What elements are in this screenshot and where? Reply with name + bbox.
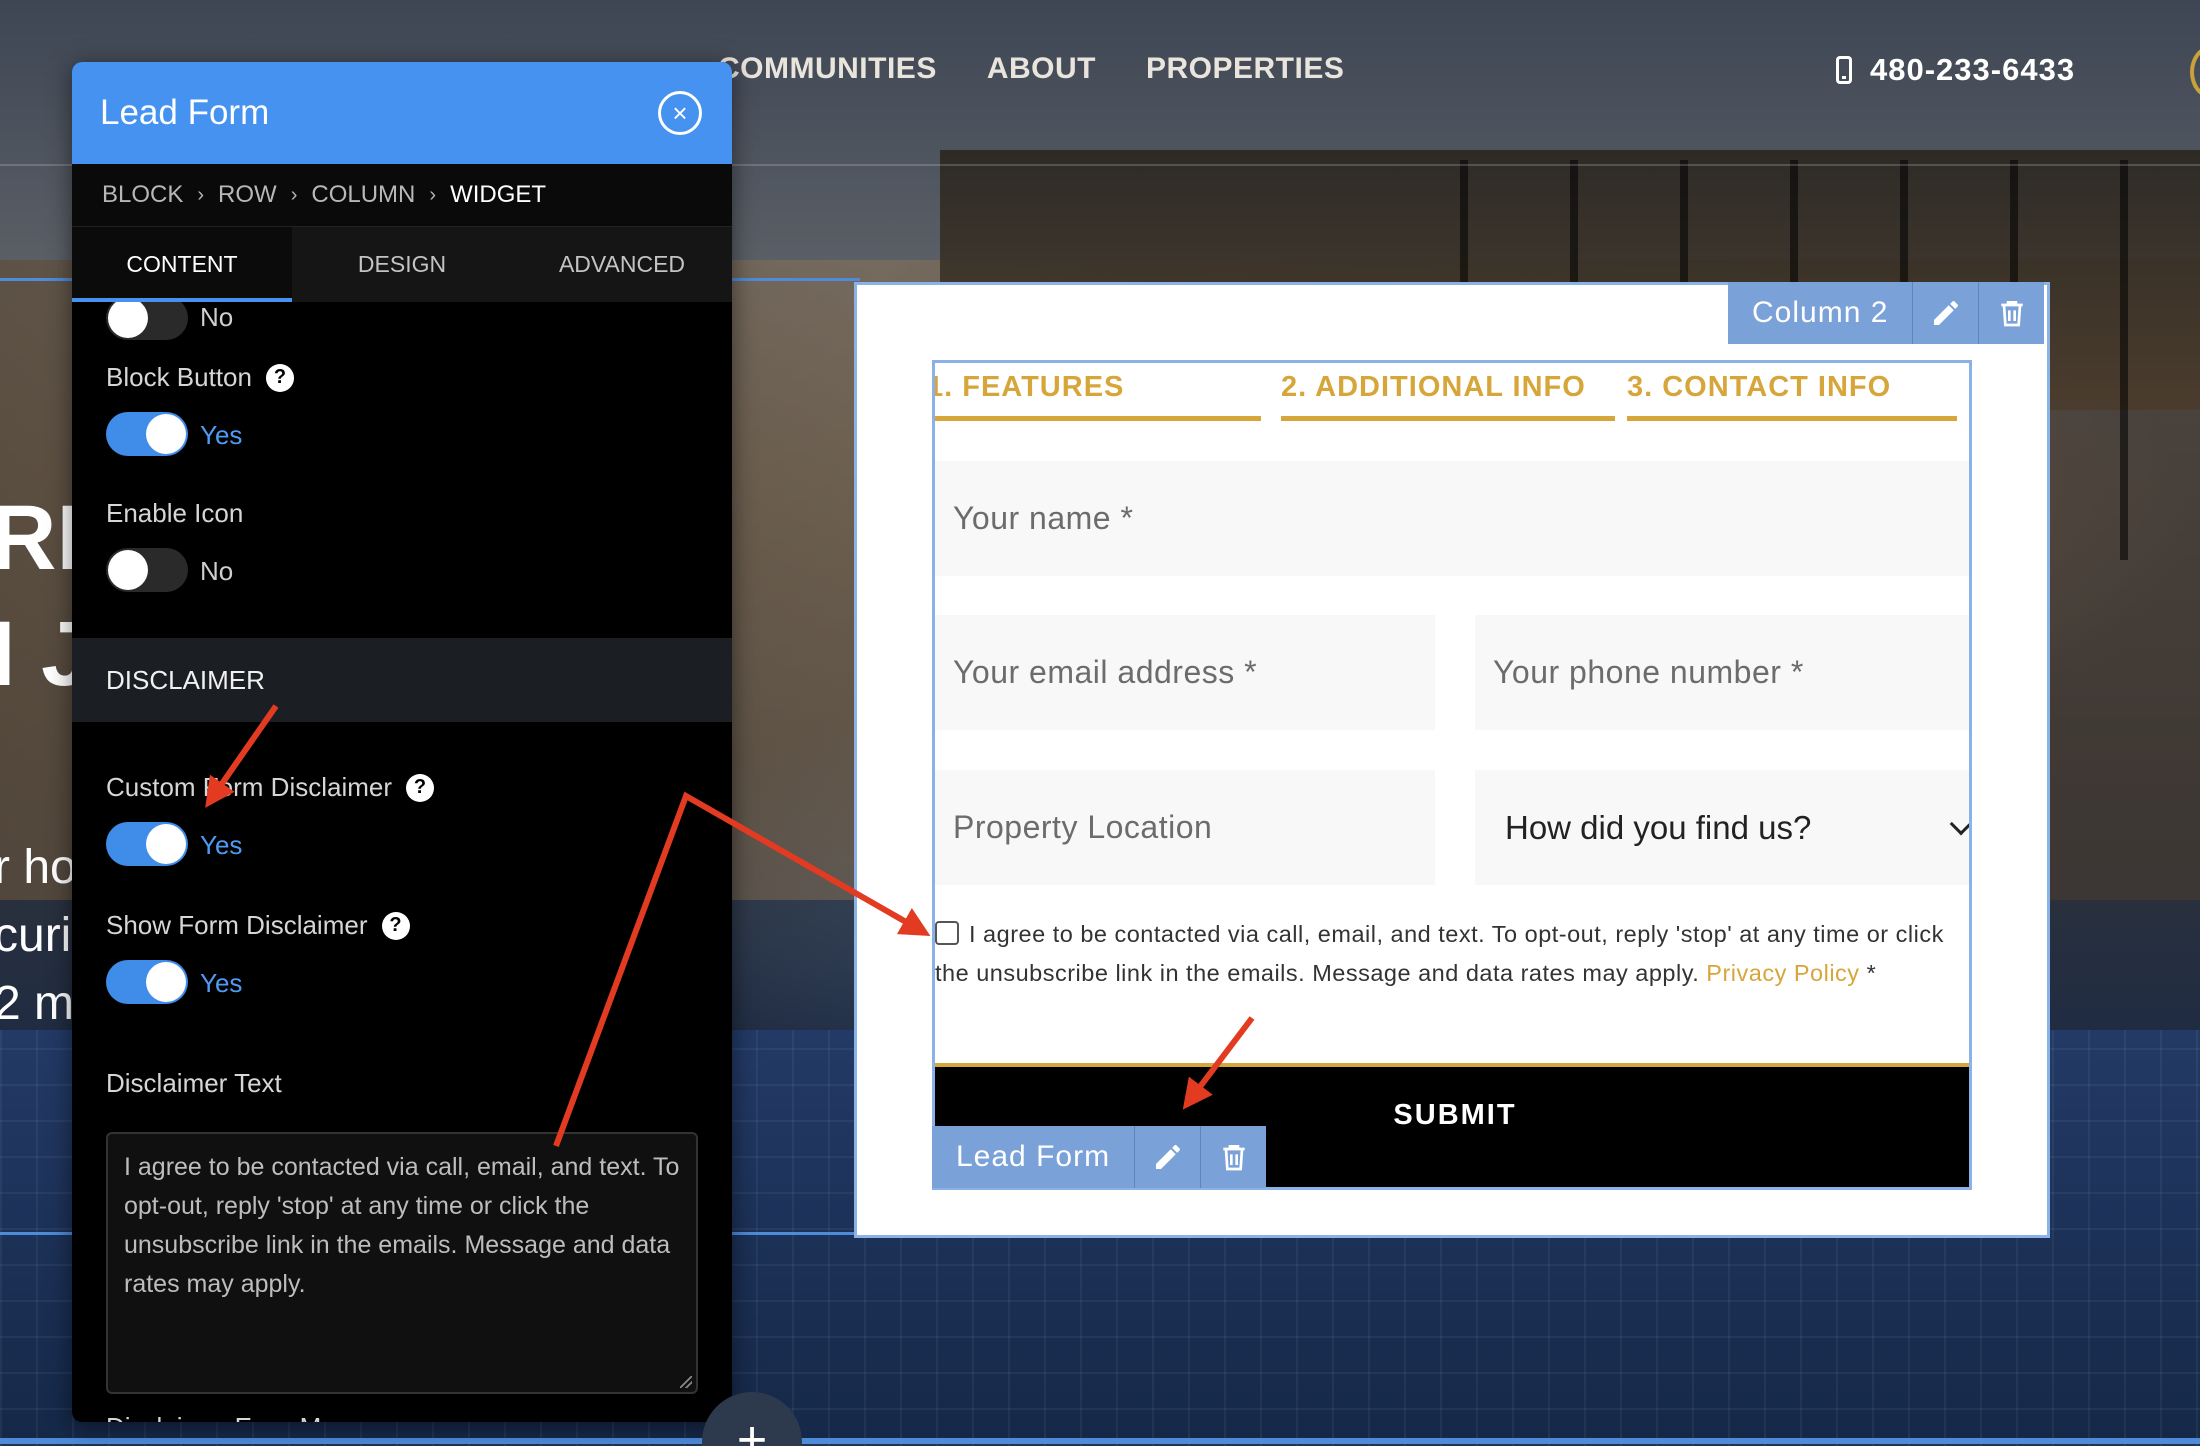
- block-button-label-text: Block Button: [106, 362, 252, 392]
- breadcrumb-block[interactable]: BLOCK: [102, 181, 183, 209]
- required-mark: *: [1866, 960, 1877, 986]
- chevron-right-icon: ›: [197, 183, 205, 206]
- disclaimer-text-label-text: Disclaimer Text: [106, 1068, 282, 1098]
- pencil-icon: [1933, 300, 1958, 325]
- enable-icon-toggle[interactable]: [106, 548, 188, 592]
- show-disclaimer-label-text: Show Form Disclaimer: [106, 910, 368, 940]
- widget-toolbar: Lead Form: [932, 1126, 1267, 1188]
- widget-settings-panel: Lead Form × BLOCK › ROW › COLUMN › WIDGE…: [72, 62, 732, 1422]
- panel-content: No Block Button ? Yes Enable Icon No DIS…: [72, 302, 732, 1422]
- hero-text-fragment-2: curi: [0, 909, 72, 962]
- panel-tabs: CONTENT DESIGN ADVANCED: [72, 226, 732, 302]
- show-disclaimer-value: Yes: [200, 968, 243, 998]
- block-button-toggle[interactable]: [106, 412, 188, 456]
- tab-content[interactable]: CONTENT: [72, 227, 292, 302]
- breadcrumb-column[interactable]: COLUMN: [311, 181, 415, 209]
- show-disclaimer-label: Show Form Disclaimer ?: [106, 910, 410, 941]
- block-outline-bottom: [0, 1438, 2200, 1444]
- disclaimer-textarea-value: I agree to be contacted via call, email,…: [124, 1153, 680, 1298]
- tab-design[interactable]: DESIGN: [292, 227, 512, 302]
- disclaimer-text-label: Disclaimer Text: [106, 1068, 282, 1099]
- form-steps: 1. FEATURES 2. ADDITIONAL INFO 3. CONTAC…: [935, 371, 1969, 421]
- step-additional-info[interactable]: 2. ADDITIONAL INFO: [1281, 371, 1615, 421]
- enable-icon-value: No: [200, 556, 234, 586]
- custom-disclaimer-label: Custom Form Disclaimer ?: [106, 772, 435, 803]
- help-icon[interactable]: ?: [381, 911, 410, 940]
- select-value: How did you find us?: [1505, 808, 1812, 846]
- nav-item-about[interactable]: ABOUT: [987, 52, 1096, 86]
- resize-handle-icon[interactable]: [680, 1376, 692, 1388]
- step-features[interactable]: 1. FEATURES: [935, 371, 1261, 421]
- widget-delete-button[interactable]: [1200, 1126, 1267, 1188]
- enable-icon-label-text: Enable Icon: [106, 498, 244, 528]
- breadcrumb-row[interactable]: ROW: [218, 181, 277, 209]
- widget-edit-button[interactable]: [1134, 1126, 1201, 1188]
- close-button[interactable]: ×: [658, 91, 702, 135]
- phone-input[interactable]: Your phone number *: [1475, 615, 1969, 730]
- how-did-you-find-us-select[interactable]: How did you find us?: [1475, 770, 1969, 885]
- hero-text-fragment-1: r ho: [0, 841, 77, 894]
- chevron-right-icon: ›: [290, 183, 298, 206]
- widget-label[interactable]: Lead Form: [932, 1126, 1135, 1188]
- previous-toggle-value: No: [200, 302, 234, 332]
- trash-icon: [2001, 301, 2023, 327]
- consent-checkbox[interactable]: [935, 921, 959, 945]
- phone-link[interactable]: 480-233-6433: [1836, 52, 2075, 88]
- custom-disclaimer-toggle[interactable]: [106, 822, 188, 866]
- show-disclaimer-toggle[interactable]: [106, 960, 188, 1004]
- hero-text-fragment-3: 2 m: [0, 977, 75, 1030]
- chevron-down-icon: [1949, 812, 1969, 835]
- help-icon[interactable]: ?: [406, 773, 435, 802]
- chevron-right-icon: ›: [429, 183, 437, 206]
- consent-disclaimer: I agree to be contacted via call, email,…: [935, 915, 1969, 993]
- plus-icon: +: [736, 1411, 768, 1446]
- disclaimer-section-header[interactable]: DISCLAIMER: [72, 638, 732, 722]
- column-toolbar: Column 2: [1728, 282, 2045, 344]
- panel-title: Lead Form: [100, 93, 270, 132]
- custom-disclaimer-label-text: Custom Form Disclaimer: [106, 772, 393, 802]
- breadcrumb: BLOCK › ROW › COLUMN › WIDGET: [72, 164, 732, 226]
- phone-number: 480-233-6433: [1870, 52, 2076, 87]
- enable-icon-label: Enable Icon: [106, 498, 243, 529]
- column-edit-button[interactable]: [1912, 282, 1979, 344]
- lead-form: 1. FEATURES 2. ADDITIONAL INFO 3. CONTAC…: [932, 360, 1972, 1190]
- name-input[interactable]: Your name *: [935, 461, 1969, 576]
- close-icon: ×: [672, 98, 688, 128]
- step-contact-info[interactable]: 3. CONTACT INFO: [1627, 371, 1957, 421]
- email-input[interactable]: Your email address *: [935, 615, 1435, 730]
- column-label[interactable]: Column 2: [1728, 282, 1913, 344]
- disclaimer-textarea[interactable]: I agree to be contacted via call, email,…: [106, 1132, 698, 1394]
- trash-icon: [1222, 1145, 1245, 1171]
- breadcrumb-widget[interactable]: WIDGET: [450, 181, 546, 209]
- column-delete-button[interactable]: [1978, 282, 2045, 344]
- previous-toggle[interactable]: [106, 302, 188, 340]
- panel-header[interactable]: Lead Form ×: [72, 62, 732, 164]
- help-icon[interactable]: ?: [265, 363, 294, 392]
- tab-advanced[interactable]: ADVANCED: [512, 227, 732, 302]
- privacy-policy-link[interactable]: Privacy Policy: [1706, 960, 1859, 986]
- custom-disclaimer-value: Yes: [200, 830, 243, 860]
- nav-item-properties[interactable]: PROPERTIES: [1146, 52, 1344, 86]
- block-button-label: Block Button ?: [106, 362, 294, 393]
- block-button-value: Yes: [200, 420, 243, 450]
- property-location-input[interactable]: Property Location: [935, 770, 1435, 885]
- disclaimer-error-message-label: Disclaimer Error Message: [106, 1412, 405, 1422]
- pencil-icon: [1155, 1144, 1180, 1169]
- phone-icon: [1836, 56, 1852, 84]
- nav-item-communities[interactable]: COMMUNITIES: [718, 52, 937, 86]
